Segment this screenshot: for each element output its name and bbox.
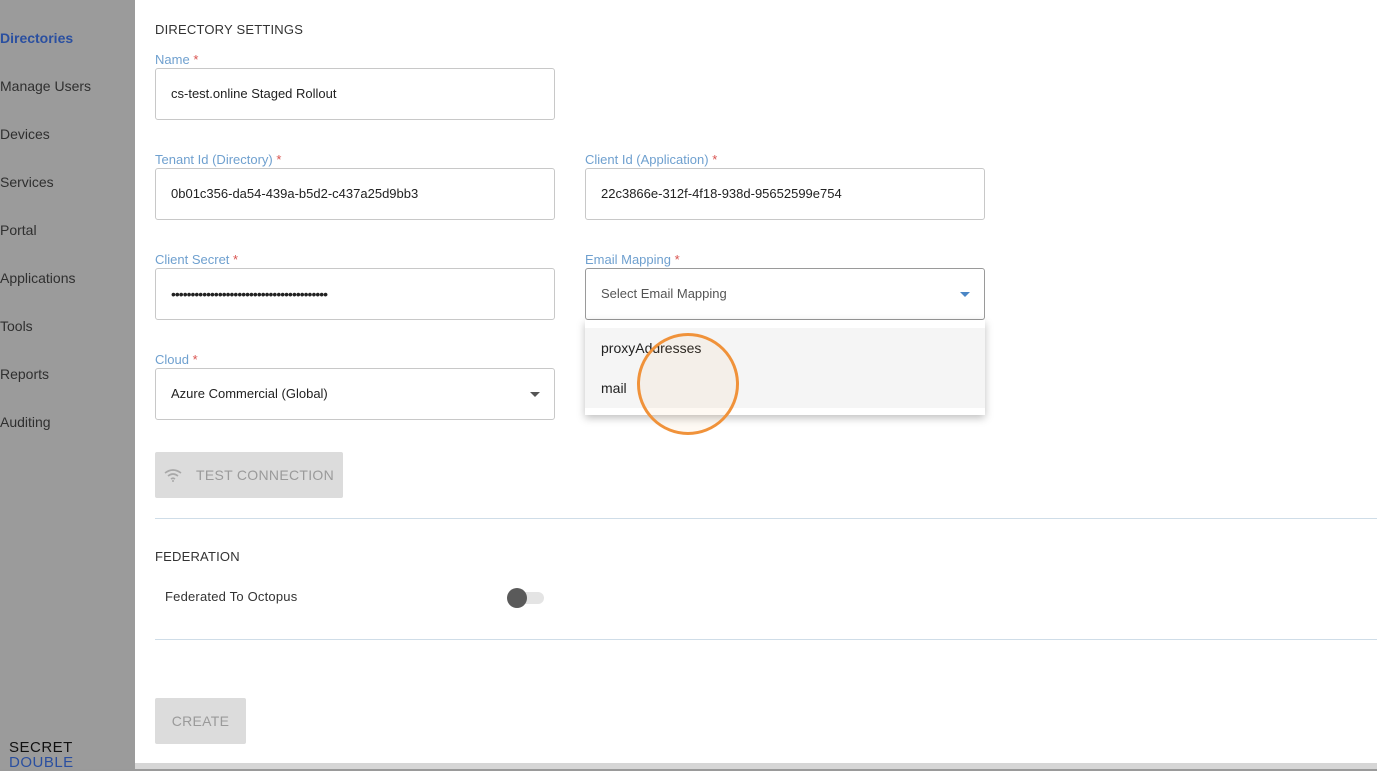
drawer-bottom-edge [135,763,1377,769]
client-secret-masked-value: •••••••••••••••••••••••••••••••••••••••• [171,286,328,302]
required-marker: * [193,52,199,67]
chevron-down-icon [960,292,970,297]
sidebar: Directories Manage Users Devices Service… [0,0,135,770]
client-id-field[interactable]: 22c3866e-312f-4f18-938d-95652599e754 [585,168,985,220]
section-divider [155,639,1377,640]
logo-line-1: SECRET [9,739,73,756]
cloud-label-text: Cloud [155,352,189,367]
sidebar-item-reports[interactable]: Reports [0,366,49,382]
sidebar-item-applications[interactable]: Applications [0,270,76,286]
cloud-select-value: Azure Commercial (Global) [171,386,328,401]
client-secret-label-text: Client Secret [155,252,230,267]
option-proxy-addresses[interactable]: proxyAddresses [601,340,701,356]
test-connection-label: TEST CONNECTION [195,467,335,483]
federated-to-octopus-toggle[interactable] [506,588,544,608]
email-mapping-placeholder: Select Email Mapping [601,286,727,301]
federation-title: FEDERATION [155,549,240,564]
option-mail[interactable]: mail [601,380,627,396]
sidebar-item-services[interactable]: Services [0,174,54,190]
client-secret-label: Client Secret * [155,252,238,267]
sidebar-item-devices[interactable]: Devices [0,126,50,142]
cloud-label: Cloud * [155,352,198,367]
client-id-label: Client Id (Application) * [585,152,717,167]
required-marker: * [712,152,718,167]
name-field[interactable]: cs-test.online Staged Rollout [155,68,555,120]
toggle-knob [507,588,527,608]
logo-line-2: DOUBLE [9,754,74,771]
sidebar-item-directories[interactable]: Directories [0,30,73,46]
cloud-select[interactable]: Azure Commercial (Global) [155,368,555,420]
required-marker: * [192,352,198,367]
tenant-id-label: Tenant Id (Directory) * [155,152,281,167]
email-mapping-select[interactable]: Select Email Mapping [585,268,985,320]
client-id-label-text: Client Id (Application) [585,152,709,167]
client-secret-field[interactable]: •••••••••••••••••••••••••••••••••••••••• [155,268,555,320]
required-marker: * [674,252,680,267]
section-divider [155,518,1377,519]
sidebar-item-manage-users[interactable]: Manage Users [0,78,91,94]
tenant-id-label-text: Tenant Id (Directory) [155,152,273,167]
email-mapping-label: Email Mapping * [585,252,680,267]
tenant-id-field[interactable]: 0b01c356-da54-439a-b5d2-c437a25d9bb3 [155,168,555,220]
sidebar-item-portal[interactable]: Portal [0,222,37,238]
federated-to-octopus-label: Federated To Octopus [165,589,298,604]
required-marker: * [233,252,239,267]
email-mapping-dropdown: proxyAddresses mail [585,320,985,415]
name-label-text: Name [155,52,190,67]
sidebar-item-auditing[interactable]: Auditing [0,414,51,430]
name-label: Name * [155,52,198,67]
brand-logo: SECRET DOUBLE [9,740,74,770]
required-marker: * [276,152,282,167]
chevron-down-icon [530,392,540,397]
sidebar-item-tools[interactable]: Tools [0,318,33,334]
create-button[interactable]: CREATE [155,698,246,744]
wifi-icon [164,469,182,482]
directory-settings-title: DIRECTORY SETTINGS [155,22,304,37]
email-mapping-label-text: Email Mapping [585,252,671,267]
test-connection-button[interactable]: TEST CONNECTION [155,452,343,498]
